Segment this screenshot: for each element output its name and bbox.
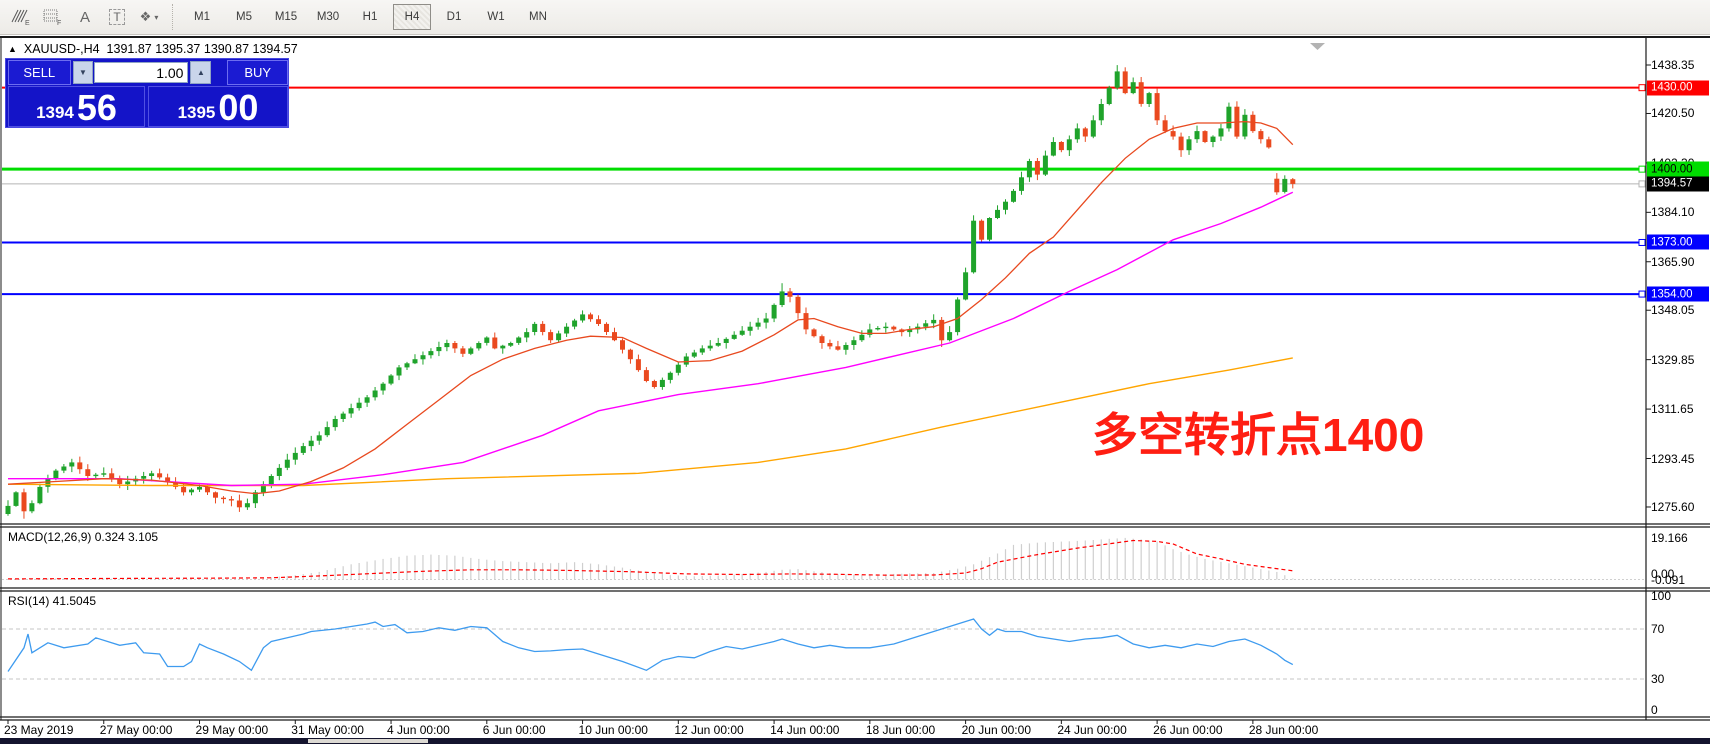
chart-annotation-text: 多空转折点1400 — [1092, 412, 1424, 458]
timeframe-button-w1[interactable]: W1 — [477, 4, 515, 30]
collapse-arrow-icon[interactable]: ▲ — [8, 44, 17, 54]
rsi-axis-label: 70 — [1651, 622, 1664, 636]
timeframe-button-d1[interactable]: D1 — [435, 4, 473, 30]
price-tick-label: 1275.60 — [1651, 500, 1694, 514]
symbol-header: ▲ XAUUSD-,H4 1391.87 1395.37 1390.87 139… — [8, 42, 298, 56]
price-tick-label: 1329.85 — [1651, 353, 1694, 367]
rsi-axis-label: 30 — [1651, 672, 1664, 686]
timeframe-group: M1M5M15M30H1H4D1W1MN — [183, 4, 561, 30]
text-box-icon[interactable]: T — [104, 4, 130, 30]
date-tick-label: 29 May 00:00 — [196, 723, 269, 737]
date-tick-label: 12 Jun 00:00 — [674, 723, 743, 737]
date-tick-label: 4 Jun 00:00 — [387, 723, 450, 737]
volume-decrease-button[interactable]: ▼ — [73, 61, 94, 84]
chart-canvas[interactable] — [0, 38, 1710, 744]
timeframe-button-h4[interactable]: H4 — [393, 4, 431, 30]
date-tick-label: 24 Jun 00:00 — [1057, 723, 1126, 737]
toolbar: M1M5M15M30H1H4D1W1MN E F AT❖▾ — [0, 0, 1710, 35]
ask-price-small: 1395 — [178, 104, 216, 121]
rsi-axis-label: 100 — [1651, 589, 1671, 603]
date-tick-label: 27 May 00:00 — [100, 723, 173, 737]
price-tick-label: 1293.45 — [1651, 452, 1694, 466]
price-badge-1430-00: 1430.00 — [1647, 80, 1709, 95]
rsi-indicator-label: RSI(14) 41.5045 — [8, 594, 96, 608]
price-badge-1400-00: 1400.00 — [1647, 162, 1709, 177]
date-tick-label: 10 Jun 00:00 — [579, 723, 648, 737]
price-badge-1373-00: 1373.00 — [1647, 235, 1709, 250]
buy-button[interactable]: BUY — [227, 60, 288, 85]
price-tick-label: 1311.65 — [1651, 402, 1694, 416]
date-tick-label: 31 May 00:00 — [291, 723, 364, 737]
date-tick-label: 6 Jun 00:00 — [483, 723, 546, 737]
draw-hatch-icon[interactable]: E — [8, 4, 34, 30]
date-tick-label: 18 Jun 00:00 — [866, 723, 935, 737]
price-tick-label: 1365.90 — [1651, 255, 1694, 269]
symbol-name: XAUUSD-,H4 — [24, 42, 100, 56]
one-click-trade-panel: SELL ▼ ▲ BUY 1394 56 1395 00 — [5, 58, 289, 128]
price-tick-label: 1420.50 — [1651, 106, 1694, 120]
date-tick-label: 23 May 2019 — [4, 723, 73, 737]
price-badge-1354-00: 1354.00 — [1647, 287, 1709, 302]
ask-price-display[interactable]: 1395 00 — [148, 86, 288, 127]
timeframe-button-h1[interactable]: H1 — [351, 4, 389, 30]
bid-price-small: 1394 — [36, 104, 74, 121]
ask-price-big: 00 — [218, 92, 258, 124]
timeframe-button-m5[interactable]: M5 — [225, 4, 263, 30]
macd-axis-label: 19.166 — [1651, 531, 1688, 545]
draw-grid-icon[interactable]: F — [40, 4, 66, 30]
horizontal-scrollbar[interactable] — [0, 738, 1710, 744]
toolbar-separator — [172, 4, 178, 30]
svg-text:E: E — [25, 20, 30, 26]
date-tick-label: 26 Jun 00:00 — [1153, 723, 1222, 737]
svg-text:F: F — [57, 20, 61, 26]
price-tick-label: 1384.10 — [1651, 205, 1694, 219]
rsi-axis-label: 0 — [1651, 703, 1658, 717]
volume-increase-button[interactable]: ▲ — [190, 61, 211, 84]
scrollbar-thumb[interactable] — [308, 739, 428, 743]
label-a-icon[interactable]: A — [72, 4, 98, 30]
bid-price-display[interactable]: 1394 56 — [8, 86, 145, 127]
volume-input[interactable] — [94, 62, 188, 83]
caret-down-icon: ▾ — [154, 13, 158, 22]
timeframe-button-m15[interactable]: M15 — [267, 4, 305, 30]
timeframe-button-mn[interactable]: MN — [519, 4, 557, 30]
price-tick-label: 1348.05 — [1651, 303, 1694, 317]
diamond-arrows-icon[interactable]: ❖▾ — [136, 4, 162, 30]
sell-button[interactable]: SELL — [8, 60, 71, 85]
date-tick-label: 14 Jun 00:00 — [770, 723, 839, 737]
chart-window: ▲ XAUUSD-,H4 1391.87 1395.37 1390.87 139… — [0, 36, 1710, 742]
timeframe-button-m30[interactable]: M30 — [309, 4, 347, 30]
bid-price-big: 56 — [77, 92, 117, 124]
macd-axis-label: -0.091 — [1651, 573, 1685, 587]
timeframe-button-m1[interactable]: M1 — [183, 4, 221, 30]
symbol-ohlc: 1391.87 1395.37 1390.87 1394.57 — [107, 42, 298, 56]
trade-panel-top-row: SELL ▼ ▲ BUY — [6, 59, 288, 86]
macd-indicator-label: MACD(12,26,9) 0.324 3.105 — [8, 530, 158, 544]
price-badge-1394-57: 1394.57 — [1647, 176, 1709, 191]
price-tick-label: 1438.35 — [1651, 58, 1694, 72]
date-tick-label: 20 Jun 00:00 — [962, 723, 1031, 737]
date-tick-label: 28 Jun 00:00 — [1249, 723, 1318, 737]
